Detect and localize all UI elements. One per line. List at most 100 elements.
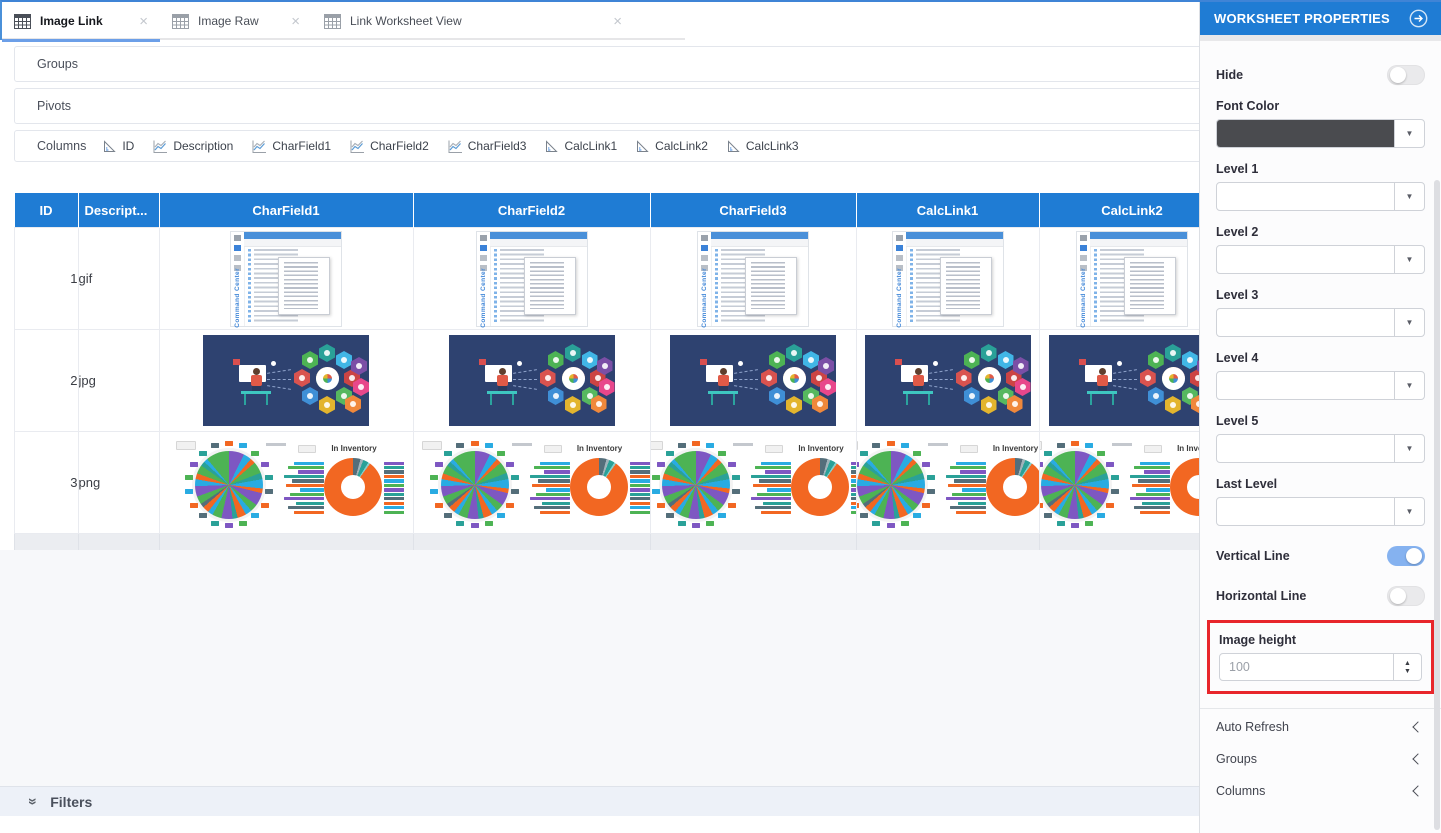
section-columns[interactable]: Columns (1216, 775, 1425, 807)
image-cell: In Inventory (856, 432, 1039, 534)
column-header-id[interactable]: ID (15, 193, 79, 228)
vertical-caption: Command Center (1080, 268, 1087, 328)
mini-pie-chart (662, 451, 730, 519)
bar-label (384, 506, 404, 509)
bar-label (851, 511, 856, 514)
spin-down-button[interactable]: ▼ (1404, 668, 1411, 675)
mini-searchbar (244, 239, 341, 247)
horizontal-line-toggle[interactable] (1387, 586, 1425, 606)
mini-searchbar (906, 239, 1003, 247)
column-chip-calclink1[interactable]: CalcLink1 (544, 139, 617, 154)
id-cell: 1 (15, 228, 79, 330)
pie-label-chip (927, 489, 935, 494)
bar-label (1130, 497, 1170, 500)
column-header-charfield2[interactable]: CharField2 (413, 193, 650, 228)
tab-link-worksheet-view[interactable]: Link Worksheet View× (312, 2, 634, 40)
pie-label-chip (1106, 462, 1114, 467)
bar-label (757, 493, 791, 496)
column-header-descript[interactable]: Descript... (78, 193, 159, 228)
hexagon (1140, 369, 1156, 387)
hide-toggle[interactable] (1387, 65, 1425, 85)
close-icon[interactable]: × (611, 14, 624, 29)
column-header-charfield3[interactable]: CharField3 (650, 193, 856, 228)
bar-label (630, 502, 650, 505)
pie-label-chip (1057, 521, 1065, 526)
pie-label-chip (225, 523, 233, 528)
mini-titlebar (711, 232, 808, 239)
bar-label (761, 462, 791, 465)
image-height-stepper: ▲ ▼ (1219, 653, 1422, 681)
panel-title: WORKSHEET PROPERTIES (1214, 11, 1390, 26)
close-icon[interactable]: × (289, 14, 302, 29)
level-select-1[interactable]: ▼ (1216, 182, 1425, 211)
chevron-down-icon[interactable]: ▼ (1394, 246, 1424, 273)
cell-image-charts: In Inventory (651, 438, 856, 528)
column-header-charfield1[interactable]: CharField1 (159, 193, 413, 228)
level-label: Level 1 (1216, 162, 1425, 176)
cell-image-gif: Command Center (476, 231, 588, 327)
spin-up-button[interactable]: ▲ (1404, 660, 1411, 667)
app-window: Image Link×Image Raw×Link Worksheet View… (0, 0, 1441, 833)
level-label: Level 5 (1216, 414, 1425, 428)
bar-label (630, 479, 650, 482)
pie-label-chip (718, 513, 726, 518)
image-height-input[interactable] (1220, 654, 1393, 680)
close-icon[interactable]: × (137, 14, 150, 29)
vertical-line-toggle[interactable] (1387, 546, 1425, 566)
pie-label-chip (435, 462, 443, 467)
bar-label (294, 511, 324, 514)
column-chip-charfield1[interactable]: CharField1 (251, 139, 331, 154)
pie-label-chip (872, 521, 880, 526)
column-chip-charfield2[interactable]: CharField2 (349, 139, 429, 154)
chevron-down-icon[interactable]: ▼ (1394, 183, 1424, 210)
char-field-icon (447, 139, 463, 154)
bar-label (755, 466, 791, 469)
section-auto-refresh[interactable]: Auto Refresh (1216, 711, 1425, 743)
column-header-calclink1[interactable]: CalcLink1 (856, 193, 1039, 228)
hexagon (981, 396, 997, 414)
column-chip-calclink3[interactable]: CalcLink3 (726, 139, 799, 154)
selected-value (1217, 309, 1394, 336)
image-cell: In Inventory (1039, 432, 1225, 534)
level-select-2[interactable]: ▼ (1216, 245, 1425, 274)
description-cell: gif (78, 228, 159, 330)
panel-scroll-gutter (1200, 35, 1441, 41)
mini-pie-chart (441, 451, 509, 519)
panel-scrollbar[interactable] (1434, 180, 1440, 830)
column-chip-id[interactable]: ID (102, 139, 134, 154)
cell-image-infographic (203, 335, 369, 426)
column-chip-calclink2[interactable]: CalcLink2 (635, 139, 708, 154)
bar-label (851, 484, 856, 487)
level-select-3[interactable]: ▼ (1216, 308, 1425, 337)
chevron-down-icon[interactable]: ▼ (1394, 372, 1424, 399)
chip-label: CalcLink1 (564, 139, 617, 153)
pie-label-chip (913, 451, 921, 456)
tab-label: Image Raw (198, 14, 259, 28)
pie-label-chip (511, 489, 519, 494)
image-cell: In Inventory (159, 432, 413, 534)
tab-image-raw[interactable]: Image Raw × (160, 2, 312, 40)
column-chip-charfield3[interactable]: CharField3 (447, 139, 527, 154)
level-select-5[interactable]: ▼ (1216, 434, 1425, 463)
char-field-icon (251, 139, 267, 154)
worksheet-grid-icon (172, 14, 189, 29)
chevron-down-icon[interactable]: ▼ (1394, 498, 1424, 525)
column-header-calclink2[interactable]: CalcLink2 (1039, 193, 1225, 228)
tab-image-link[interactable]: Image Link× (2, 2, 160, 40)
chevron-down-icon[interactable]: ▼ (1394, 120, 1424, 147)
chevron-down-icon[interactable]: ▼ (1394, 435, 1424, 462)
level-select-4[interactable]: ▼ (1216, 371, 1425, 400)
chevron-down-icon[interactable]: ▼ (1394, 309, 1424, 336)
font-color-select[interactable]: ▼ (1216, 119, 1425, 148)
column-chip-description[interactable]: Description (152, 139, 233, 154)
hexagon (302, 351, 318, 369)
hexagon-cluster (758, 342, 834, 418)
collapse-panel-arrow-icon[interactable] (1408, 8, 1429, 29)
hexagon (1182, 351, 1198, 369)
hexagon (336, 351, 352, 369)
calc-field-icon (635, 139, 650, 154)
bar-label (384, 493, 404, 496)
hexagon (956, 369, 972, 387)
level-select-6[interactable]: ▼ (1216, 497, 1425, 526)
section-groups[interactable]: Groups (1216, 743, 1425, 775)
